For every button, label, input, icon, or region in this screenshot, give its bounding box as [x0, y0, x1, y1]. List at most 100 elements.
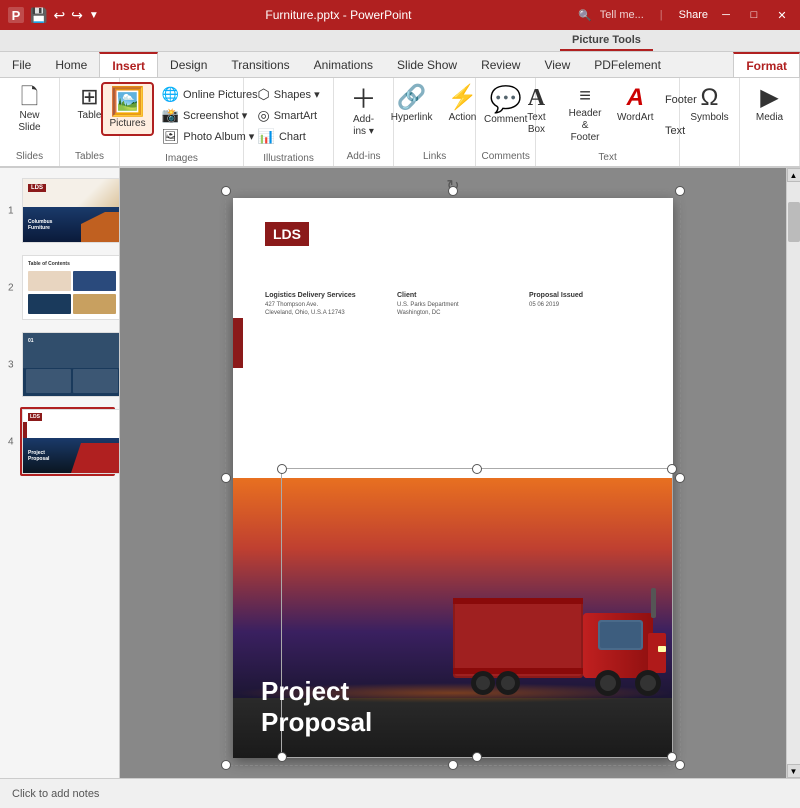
addins-button[interactable]: ＋ Add-ins ▾ [342, 82, 386, 142]
tab-format[interactable]: Format [733, 52, 800, 77]
tab-pdfelement[interactable]: PDFelement [582, 52, 673, 77]
scroll-track[interactable] [787, 182, 800, 764]
title-bar: P 💾 ↩ ↪ ▼ Furniture.pptx - PowerPoint 🔍 … [0, 0, 800, 30]
slide-thumbnail-2[interactable]: 2 Table of Contents [20, 253, 115, 322]
slide-number-4: 4 [8, 436, 14, 447]
symbols-group-content: Ω Symbols [684, 82, 734, 158]
title-bar-left: P 💾 ↩ ↪ ▼ [8, 7, 99, 24]
minimize-button[interactable]: ─ [716, 6, 736, 24]
pictures-button[interactable]: 🖼️ Pictures [101, 82, 153, 136]
customize-qat-icon[interactable]: ▼ [89, 10, 99, 21]
save-icon[interactable]: 💾 [30, 7, 47, 24]
tab-insert[interactable]: Insert [99, 52, 158, 77]
redo-icon[interactable]: ↪ [71, 7, 83, 24]
wordart-icon: A [627, 86, 644, 110]
rotate-handle-container: ↻ [446, 176, 459, 196]
red-side-bar [233, 318, 243, 368]
smartart-label: SmartArt [274, 110, 317, 122]
media-button[interactable]: ▶ Media [748, 82, 792, 128]
slide-info-row: Logistics Delivery Services 427 Thompson… [265, 292, 641, 318]
status-text: Click to add notes [12, 788, 99, 800]
screenshot-icon: 📸 [162, 107, 179, 124]
search-icon[interactable]: 🔍 [578, 9, 592, 22]
proposal-title: ProjectProposal [261, 676, 372, 738]
handle-tr[interactable] [675, 186, 685, 196]
media-label: Media [756, 112, 783, 124]
slide-thumb-image-1: LDS ColumbusFurniture [22, 178, 120, 243]
tab-design[interactable]: Design [158, 52, 219, 77]
picture-tools-label: Picture Tools [560, 30, 653, 51]
handle-bl[interactable] [221, 760, 231, 770]
handle-ml[interactable] [221, 473, 231, 483]
handle-bc[interactable] [448, 760, 458, 770]
title-bar-right: 🔍 Tell me... | Share ─ □ ✕ [578, 6, 792, 24]
slide-number-2: 2 [8, 282, 14, 293]
slide-thumb-image-2: Table of Contents [22, 255, 120, 320]
links-group-label: Links [423, 147, 446, 162]
header-footer-label: Header& Footer [566, 108, 603, 144]
client-label: Client [397, 292, 509, 299]
ribbon-tabs: File Home Insert Design Transitions Anim… [0, 52, 800, 78]
truck-svg [453, 558, 673, 718]
search-placeholder[interactable]: Tell me... [600, 9, 644, 21]
tab-animations[interactable]: Animations [302, 52, 385, 77]
company-column: Logistics Delivery Services 427 Thompson… [265, 292, 377, 318]
ribbon-group-slides: 🗋 NewSlide Slides [0, 78, 60, 166]
symbols-button[interactable]: Ω Symbols [684, 82, 734, 128]
symbols-icon: Ω [701, 86, 719, 110]
slides-group-label: Slides [16, 147, 43, 162]
illustrations-group-label: Illustrations [263, 149, 314, 164]
tab-file[interactable]: File [0, 52, 43, 77]
slide-thumb-image-3: 01 [22, 332, 120, 397]
online-pictures-icon: 🌐 [162, 86, 179, 103]
tab-home[interactable]: Home [43, 52, 99, 77]
share-button[interactable]: Share [679, 9, 708, 21]
canvas-area[interactable]: ↻ LDS [120, 168, 786, 778]
media-group-content: ▶ Media [748, 82, 792, 158]
shapes-button[interactable]: ⬡ Shapes ▾ [254, 84, 324, 105]
slide-wrapper: ↻ LDS [233, 198, 673, 758]
addins-group-label: Add-ins [347, 147, 381, 162]
scroll-down-button[interactable]: ▼ [787, 764, 800, 778]
handle-mr[interactable] [675, 473, 685, 483]
close-button[interactable]: ✕ [772, 6, 792, 24]
hyperlink-button[interactable]: 🔗 Hyperlink [385, 82, 439, 128]
hyperlink-label: Hyperlink [391, 112, 433, 124]
chart-label: Chart [279, 131, 306, 143]
inner-handle-tc[interactable] [472, 464, 482, 474]
slide-thumbnail-3[interactable]: 3 01 [20, 330, 115, 399]
tab-slideshow[interactable]: Slide Show [385, 52, 469, 77]
chart-button[interactable]: 📊 Chart [254, 126, 324, 147]
slide-thumbnail-1[interactable]: 1 LDS ColumbusFurniture [20, 176, 115, 245]
links-group-content: 🔗 Hyperlink ⚡ Action [385, 82, 485, 147]
images-group-content: 🖼️ Pictures 🌐 Online Pictures 📸 Screensh… [101, 82, 261, 149]
handle-tl[interactable] [221, 186, 231, 196]
textbox-button[interactable]: A TextBox [514, 82, 558, 140]
slide-canvas[interactable]: LDS Logistics Delivery Services 427 Thom… [233, 198, 673, 758]
wordart-button[interactable]: A WordArt [612, 82, 659, 128]
handle-br[interactable] [675, 760, 685, 770]
tab-transitions[interactable]: Transitions [219, 52, 301, 77]
inner-handle-tl[interactable] [277, 464, 287, 474]
new-slide-icon: 🗋 [21, 86, 39, 108]
rotate-handle[interactable]: ↻ [446, 176, 459, 196]
ribbon-group-symbols: Ω Symbols [680, 78, 740, 166]
tab-view[interactable]: View [532, 52, 582, 77]
undo-icon[interactable]: ↩ [53, 7, 65, 24]
powerpoint-icon: P [8, 7, 24, 23]
header-footer-button[interactable]: ≡ Header& Footer [560, 82, 609, 148]
scroll-thumb[interactable] [788, 202, 800, 242]
images-group-label: Images [165, 149, 198, 164]
inner-handle-tr[interactable] [667, 464, 677, 474]
smartart-button[interactable]: ◎ SmartArt [254, 105, 324, 126]
tab-review[interactable]: Review [469, 52, 532, 77]
new-slide-button[interactable]: 🗋 NewSlide [8, 82, 52, 138]
ribbon: 🗋 NewSlide Slides ⊞ Table Tables 🖼️ Pict… [0, 78, 800, 168]
slide-thumbnail-4[interactable]: 4 LDS ProjectProposal [20, 407, 115, 476]
maximize-button[interactable]: □ [744, 6, 764, 24]
window-title: Furniture.pptx - PowerPoint [265, 8, 411, 22]
pictures-icon: 🖼️ [110, 88, 145, 116]
scroll-up-button[interactable]: ▲ [787, 168, 800, 182]
table-label: Table [78, 110, 102, 122]
addins-icon: ＋ [351, 86, 377, 112]
